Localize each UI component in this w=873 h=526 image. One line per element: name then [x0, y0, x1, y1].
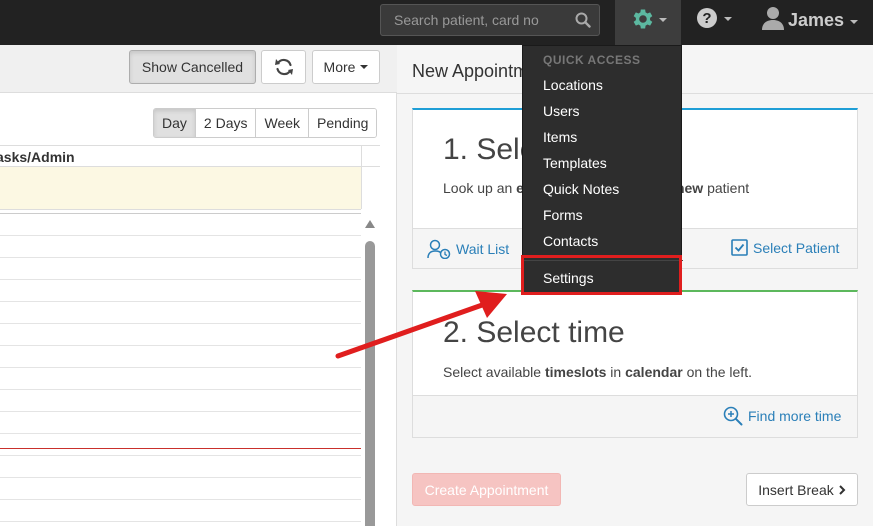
select-patient-label: Select Patient: [753, 239, 840, 256]
view-pending[interactable]: Pending: [308, 109, 377, 137]
slot-line: [0, 433, 361, 434]
chevron-down-icon: [659, 18, 667, 22]
slot-line: [0, 301, 361, 302]
column-separator: [361, 145, 362, 209]
svg-text:?: ?: [702, 10, 711, 27]
column-header-label: asks/Admin: [0, 149, 75, 165]
settings-highlight-box: [521, 255, 682, 295]
slot-line: [0, 477, 361, 478]
view-day[interactable]: Day: [154, 109, 195, 137]
chevron-down-icon: [724, 17, 732, 21]
checkbox-icon: [731, 239, 748, 256]
calendar-toolbar: Show Cancelled More: [0, 45, 397, 93]
zoom-in-icon: [723, 406, 743, 426]
arrow-annotation: [335, 291, 507, 359]
slot-line: [0, 499, 361, 500]
insert-break-label: Insert Break: [758, 481, 834, 498]
search-icon[interactable]: [575, 12, 591, 28]
slot-line: [0, 367, 361, 368]
show-cancelled-button[interactable]: Show Cancelled: [129, 50, 256, 84]
gear-icon: [633, 9, 653, 29]
insert-break-button[interactable]: Insert Break: [746, 473, 858, 506]
slot-line: [0, 389, 361, 390]
view-2-days[interactable]: 2 Days: [194, 109, 256, 137]
search-input[interactable]: [381, 5, 571, 35]
chevron-right-icon: [839, 484, 846, 495]
step2-text: Select available timeslots in calendar o…: [443, 364, 752, 380]
user-icon: [762, 7, 784, 30]
slot-line: [0, 235, 361, 236]
slot-line: [0, 455, 361, 456]
menu-item-forms[interactable]: Forms: [543, 207, 583, 223]
chevron-down-icon: [850, 20, 858, 24]
wait-list-label: Wait List: [456, 241, 510, 257]
calendar-column-header: asks/Admin: [0, 145, 380, 167]
slot-line: [0, 279, 361, 280]
current-time-indicator: [0, 448, 361, 449]
refresh-button[interactable]: [261, 50, 306, 84]
slot-line: [0, 521, 361, 522]
scroll-thumb[interactable]: [365, 241, 375, 526]
view-switcher: Day 2 Days Week Pending: [153, 108, 378, 138]
scroll-up-icon[interactable]: [365, 220, 375, 228]
menu-item-users[interactable]: Users: [543, 103, 580, 119]
more-button-label: More: [323, 59, 356, 75]
refresh-icon: [274, 58, 293, 76]
menu-header: QUICK ACCESS: [543, 53, 641, 67]
time-slots[interactable]: [0, 213, 361, 526]
find-more-time-label: Find more time: [748, 408, 842, 424]
top-navbar: ? James: [0, 0, 873, 45]
menu-item-items[interactable]: Items: [543, 129, 577, 145]
panel-title: New Appointm: [412, 61, 529, 81]
select-patient-link[interactable]: Select Patient: [731, 239, 839, 256]
user-menu-toggle[interactable]: James: [756, 0, 873, 45]
user-name: James: [788, 10, 845, 30]
all-day-row[interactable]: [0, 167, 361, 210]
slot-line: [0, 323, 361, 324]
slot-line: [0, 257, 361, 258]
create-appointment-button[interactable]: Create Appointment: [412, 473, 561, 506]
wait-list-icon: [427, 239, 451, 259]
patient-search[interactable]: [380, 4, 600, 36]
menu-item-contacts[interactable]: Contacts: [543, 233, 598, 249]
menu-item-quick-notes[interactable]: Quick Notes: [543, 181, 619, 197]
more-button[interactable]: More: [312, 50, 380, 84]
help-icon: ?: [697, 8, 717, 28]
calendar-panel: Show Cancelled More Day 2 Days Week Pend…: [0, 45, 397, 526]
view-week[interactable]: Week: [255, 109, 309, 137]
step2-footer: Find more time: [413, 395, 857, 437]
chevron-down-icon: [360, 65, 369, 69]
slot-line: [0, 345, 361, 346]
calendar-scrollbar[interactable]: [364, 220, 376, 526]
settings-menu-toggle[interactable]: [615, 0, 681, 45]
help-menu-toggle[interactable]: ?: [690, 0, 742, 45]
wait-list-link[interactable]: Wait List: [427, 239, 509, 259]
menu-item-locations[interactable]: Locations: [543, 77, 603, 93]
slot-line: [0, 411, 361, 412]
find-more-time-link[interactable]: Find more time: [723, 406, 841, 426]
menu-item-templates[interactable]: Templates: [543, 155, 607, 171]
